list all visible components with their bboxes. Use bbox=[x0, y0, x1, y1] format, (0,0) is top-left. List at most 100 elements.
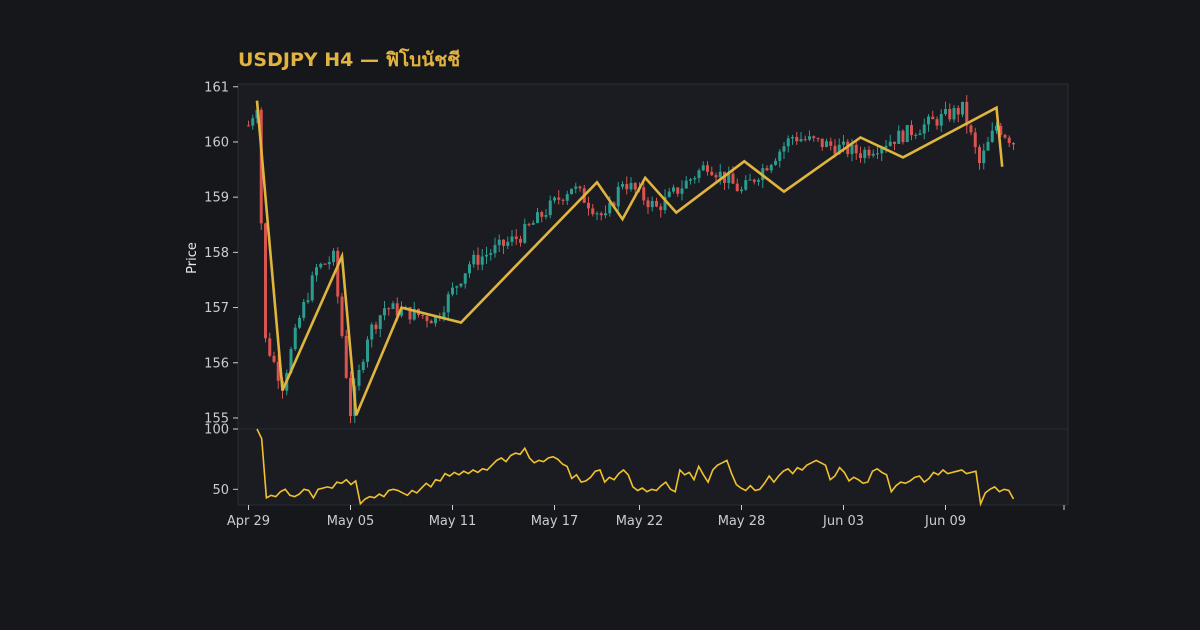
candle-body bbox=[616, 186, 620, 207]
chart-canvas: 155156157158159160161Price50100Apr 29 May… bbox=[185, 80, 1069, 529]
candle-body bbox=[604, 213, 607, 216]
candle-body bbox=[429, 320, 433, 324]
candle-body bbox=[820, 138, 824, 148]
candle-body bbox=[680, 188, 684, 194]
candle-body bbox=[778, 151, 782, 161]
candle-body bbox=[578, 186, 582, 189]
candle-body bbox=[489, 253, 493, 255]
candle-body bbox=[876, 153, 879, 155]
candle-body bbox=[969, 125, 973, 133]
candle-body bbox=[812, 136, 816, 139]
candle-body bbox=[859, 153, 862, 159]
price-tick-label: 159 bbox=[204, 191, 229, 206]
candle-body bbox=[344, 335, 348, 378]
candle-body bbox=[791, 136, 794, 139]
candle-body bbox=[854, 144, 858, 154]
y-axis-label: Price bbox=[185, 242, 200, 274]
candle-body bbox=[961, 101, 964, 115]
candle-body bbox=[676, 187, 680, 194]
candle-body bbox=[306, 300, 310, 302]
x-tick-label: Jun 03 bbox=[822, 514, 864, 529]
candle-body bbox=[684, 180, 688, 189]
candle-body bbox=[706, 165, 709, 172]
candle-body bbox=[502, 239, 505, 246]
candle-body bbox=[361, 361, 365, 370]
x-tick-label: May 17 bbox=[531, 514, 579, 529]
candle-body bbox=[956, 107, 960, 115]
candle-body bbox=[463, 273, 467, 284]
candle-body bbox=[480, 256, 484, 265]
candle-body bbox=[548, 200, 552, 216]
candle-body bbox=[468, 264, 471, 274]
candle-body bbox=[570, 188, 573, 195]
price-tick-label: 160 bbox=[204, 135, 229, 150]
candle-body bbox=[714, 175, 718, 178]
candle-body bbox=[557, 197, 561, 200]
candle-body bbox=[910, 125, 913, 136]
candle-body bbox=[553, 197, 556, 201]
candle-body bbox=[391, 303, 395, 309]
x-tick-label: May 05 bbox=[327, 514, 375, 529]
candle-body bbox=[850, 144, 854, 155]
candle-body bbox=[506, 241, 510, 246]
candle-body bbox=[587, 202, 590, 209]
x-tick-label: May 11 bbox=[429, 514, 477, 529]
candle-body bbox=[918, 133, 922, 135]
candle-body bbox=[523, 224, 527, 243]
candle-body bbox=[795, 136, 799, 142]
candle-body bbox=[803, 139, 807, 141]
candle-body bbox=[905, 125, 909, 143]
candle-body bbox=[935, 119, 939, 126]
candle-body bbox=[383, 308, 386, 316]
candle-body bbox=[642, 187, 646, 201]
oscillator-tick-label: 100 bbox=[204, 423, 229, 438]
candle-body bbox=[349, 377, 352, 416]
candle-body bbox=[948, 108, 952, 120]
candle-body bbox=[659, 206, 663, 211]
candle-body bbox=[455, 286, 459, 288]
candle-body bbox=[272, 355, 276, 362]
candle-body bbox=[990, 130, 994, 142]
candle-body bbox=[1007, 137, 1011, 143]
candle-body bbox=[451, 287, 454, 295]
candle-body bbox=[599, 213, 603, 216]
oscillator-tick-label: 50 bbox=[212, 483, 229, 498]
candle-body bbox=[740, 189, 743, 192]
candle-body bbox=[697, 170, 701, 179]
candle-body bbox=[310, 275, 314, 301]
candle-body bbox=[667, 191, 671, 197]
candle-body bbox=[293, 327, 297, 350]
candle-body bbox=[939, 114, 943, 126]
candle-body bbox=[459, 283, 463, 287]
candle-body bbox=[519, 238, 522, 243]
candle-body bbox=[816, 138, 820, 140]
candle-body bbox=[374, 324, 378, 329]
candle-body bbox=[842, 141, 845, 145]
candle-body bbox=[914, 134, 918, 136]
candle-body bbox=[540, 212, 544, 217]
candle-body bbox=[922, 124, 926, 134]
candle-body bbox=[327, 261, 331, 265]
candle-body bbox=[897, 130, 901, 144]
candle-body bbox=[536, 212, 539, 223]
candle-body bbox=[421, 315, 425, 317]
candle-body bbox=[757, 180, 760, 182]
x-tick-label: Jun 09 bbox=[924, 514, 966, 529]
candle-body bbox=[472, 254, 476, 265]
candle-body bbox=[748, 179, 752, 181]
candle-body bbox=[629, 183, 633, 190]
candle-body bbox=[527, 224, 531, 226]
candle-body bbox=[986, 141, 990, 151]
candle-body bbox=[595, 213, 599, 215]
price-tick-label: 161 bbox=[204, 80, 229, 95]
candle-body bbox=[1003, 134, 1007, 138]
candle-body bbox=[927, 116, 930, 125]
candle-body bbox=[378, 315, 382, 329]
candle-body bbox=[884, 145, 888, 148]
candle-body bbox=[323, 263, 327, 265]
candle-body bbox=[574, 186, 578, 189]
candle-body bbox=[871, 153, 875, 156]
candle-body bbox=[731, 173, 735, 184]
candle-body bbox=[888, 141, 892, 146]
candle-body bbox=[544, 215, 548, 217]
